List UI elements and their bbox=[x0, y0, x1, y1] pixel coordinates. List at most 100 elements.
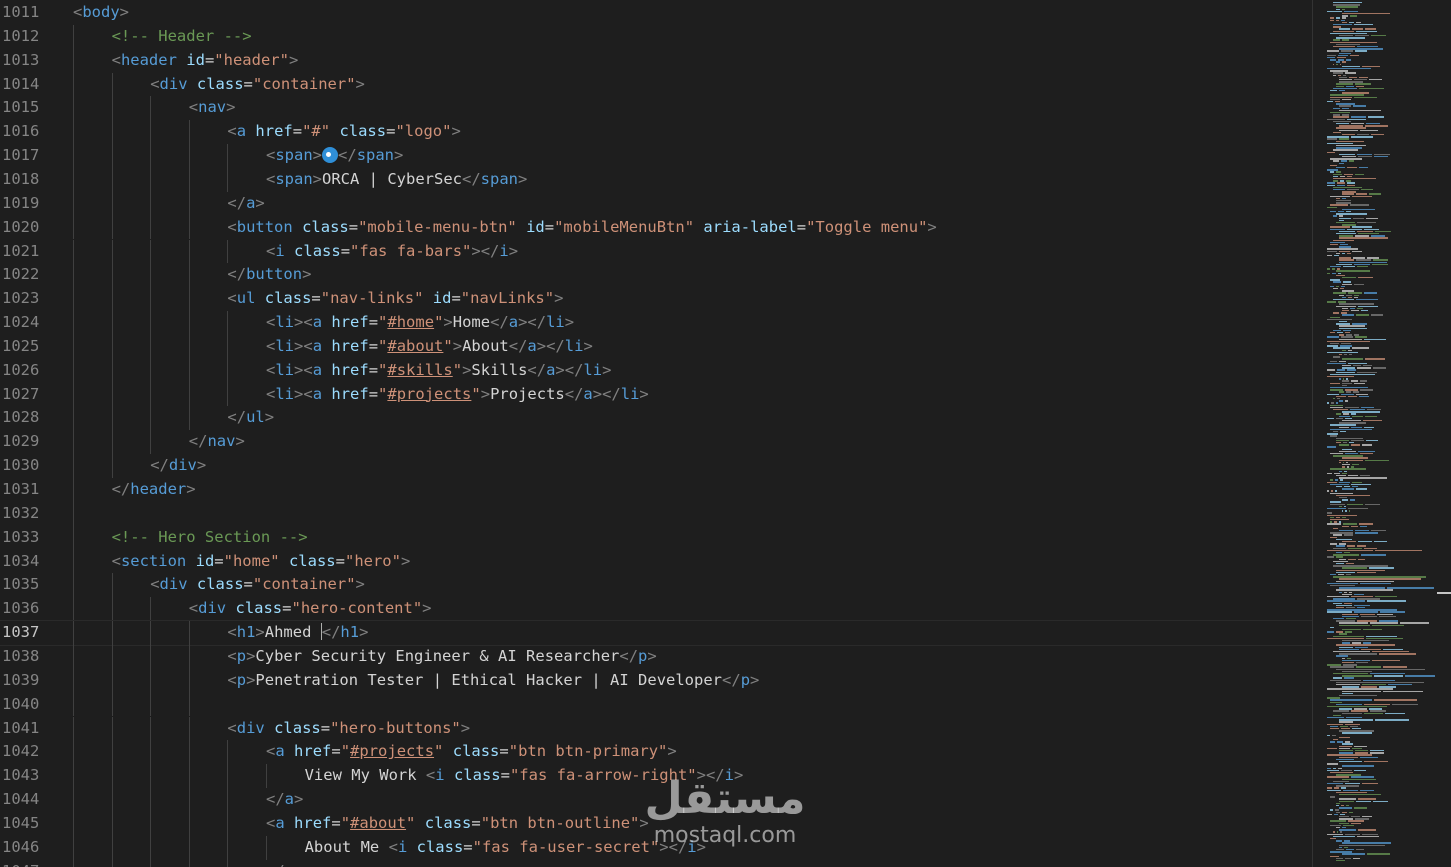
minimap-line bbox=[1327, 138, 1337, 140]
code-line[interactable]: 1021 <i class="fas fa-bars"></i> bbox=[0, 239, 1312, 264]
code-line[interactable]: 1022 </button> bbox=[0, 263, 1312, 288]
code-line[interactable]: 1019 </a> bbox=[0, 191, 1312, 216]
line-number: 1040 bbox=[2, 694, 40, 713]
code-text[interactable]: <span>ORCA | CyberSec</span> bbox=[266, 168, 527, 192]
minimap-line bbox=[1337, 398, 1340, 400]
code-text[interactable]: <!-- Header --> bbox=[112, 25, 252, 49]
code-line[interactable]: 1031 </header> bbox=[0, 478, 1312, 502]
code-text[interactable]: </header> bbox=[112, 478, 196, 502]
code-line[interactable]: 1025 <li><a href="#about">About</a></li> bbox=[0, 334, 1312, 359]
code-text[interactable]: </a> bbox=[266, 788, 303, 812]
code-line[interactable]: 1041 <div class="hero-buttons"> bbox=[0, 716, 1312, 741]
code-text[interactable]: <!-- Hero Section --> bbox=[112, 526, 308, 550]
indent-guide bbox=[150, 287, 152, 312]
code-text[interactable]: <div class="hero-buttons"> bbox=[227, 717, 470, 741]
code-line[interactable]: 1014 <div class="container"> bbox=[0, 72, 1312, 97]
minimap-line bbox=[1333, 677, 1343, 679]
minimap-line bbox=[1330, 468, 1367, 470]
code-text[interactable]: <li><a href="#home">Home</a></li> bbox=[266, 311, 574, 335]
minimap-line bbox=[1357, 450, 1375, 453]
code-text[interactable]: <nav> bbox=[189, 96, 236, 120]
code-token: = bbox=[340, 241, 351, 260]
code-text[interactable]: <div class="container"> bbox=[150, 73, 365, 97]
code-line[interactable]: 1042 <a href="#projects" class="btn btn-p… bbox=[0, 740, 1312, 765]
code-text[interactable]: <li><a href="#about">About</a></li> bbox=[266, 335, 593, 359]
minimap-line bbox=[1359, 76, 1368, 79]
code-line[interactable]: 1023 <ul class="nav-links" id="navLinks"> bbox=[0, 287, 1312, 312]
code-text[interactable]: </a> bbox=[227, 192, 264, 216]
code-line[interactable]: 1034 <section id="home" class="hero"> bbox=[0, 549, 1312, 574]
code-line[interactable]: 1047 </a> bbox=[0, 859, 1312, 867]
minimap-line bbox=[1340, 175, 1346, 178]
code-line[interactable]: 1018 <span>ORCA | CyberSec</span> bbox=[0, 167, 1312, 192]
code-text[interactable]: <a href="#about" class="btn btn-outline"… bbox=[266, 812, 649, 836]
code-line[interactable]: 1032 bbox=[0, 501, 1312, 526]
code-token: = bbox=[500, 766, 510, 785]
code-area[interactable]: 1011 <body> 1012 <!-- Header --> 1013 <header… bbox=[0, 0, 1312, 867]
code-text[interactable]: <section id="home" class="hero"> bbox=[112, 550, 411, 574]
code-line[interactable]: 1037 <h1>Ahmed </h1> bbox=[0, 620, 1312, 646]
code-text[interactable]: <div class="container"> bbox=[150, 573, 365, 597]
indent-guide bbox=[111, 311, 113, 335]
code-line[interactable]: 1039 <p>Penetration Tester | Ethical Hack… bbox=[0, 668, 1312, 693]
code-line[interactable]: 1011 <body> bbox=[0, 1, 1312, 25]
code-editor[interactable]: 1011 <body> 1012 <!-- Header --> 1013 <header… bbox=[0, 0, 1451, 867]
code-text[interactable]: <a href="#projects" class="btn btn-prima… bbox=[266, 740, 677, 764]
code-line[interactable]: 1020 <button class="mobile-menu-btn" id="… bbox=[0, 215, 1312, 240]
code-line[interactable]: 1033 <!-- Hero Section --> bbox=[0, 525, 1312, 550]
code-line[interactable]: 1024 <li><a href="#home">Home</a></li> bbox=[0, 311, 1312, 335]
code-token: </ bbox=[321, 623, 341, 642]
minimap-line bbox=[1372, 367, 1387, 369]
indent-guide bbox=[73, 96, 74, 121]
code-line[interactable]: 1035 <div class="container"> bbox=[0, 573, 1312, 598]
code-text[interactable]: <li><a href="#projects">Projects</a></li… bbox=[266, 383, 649, 407]
minimap-line bbox=[1353, 807, 1367, 809]
code-text[interactable]: </nav> bbox=[189, 430, 245, 454]
code-text[interactable]: <header id="header"> bbox=[112, 49, 299, 73]
line-number: 1031 bbox=[2, 480, 40, 498]
indent-guide bbox=[150, 740, 152, 765]
code-text[interactable]: <p>Penetration Tester | Ethical Hacker |… bbox=[227, 669, 759, 693]
minimap-line bbox=[1366, 123, 1380, 125]
code-text[interactable]: <i class="fas fa-bars"></i> bbox=[266, 240, 518, 264]
code-token: < bbox=[266, 384, 276, 403]
code-line[interactable]: 1012 <!-- Header --> bbox=[0, 24, 1312, 49]
code-line[interactable]: 1026 <li><a href="#skills">Skills</a></li… bbox=[0, 358, 1312, 383]
minimap-line bbox=[1351, 123, 1365, 125]
code-text[interactable]: <a href="#" class="logo"> bbox=[227, 120, 460, 144]
code-line[interactable]: 1038 <p>Cyber Security Engineer & AI Rese… bbox=[0, 644, 1312, 669]
code-text[interactable]: </ul> bbox=[227, 406, 274, 430]
code-line[interactable]: 1028 </ul> bbox=[0, 406, 1312, 431]
code-text[interactable]: </a> bbox=[266, 860, 303, 867]
code-line[interactable]: 1027 <li><a href="#projects">Projects</a>… bbox=[0, 382, 1312, 407]
code-line[interactable]: 1016 <a href="#" class="logo"> bbox=[0, 120, 1312, 145]
code-text[interactable]: </button> bbox=[227, 263, 311, 287]
code-line[interactable]: 1040 bbox=[0, 692, 1312, 717]
code-line[interactable]: 1015 <nav> bbox=[0, 96, 1312, 121]
code-token: " bbox=[340, 742, 351, 761]
minimap-line bbox=[1333, 116, 1349, 118]
code-text[interactable]: <body> bbox=[73, 1, 129, 25]
code-line[interactable]: 1017 <span> </span> bbox=[0, 144, 1312, 168]
code-line[interactable]: 1036 <div class="hero-content"> bbox=[0, 597, 1312, 622]
minimap[interactable] bbox=[1313, 0, 1451, 867]
code-token: > bbox=[196, 456, 207, 475]
code-text[interactable]: <p>Cyber Security Engineer & AI Research… bbox=[227, 645, 656, 669]
code-token: > bbox=[508, 241, 519, 260]
code-line[interactable]: 1030 </div> bbox=[0, 454, 1312, 478]
minimap-line bbox=[1348, 296, 1353, 299]
code-text[interactable]: <div class="hero-content"> bbox=[189, 597, 432, 621]
indent-guide bbox=[111, 597, 113, 622]
minimap-line bbox=[1347, 228, 1363, 230]
code-line[interactable]: 1013 <header id="header"> bbox=[0, 48, 1312, 73]
code-text[interactable]: <span> </span> bbox=[266, 144, 403, 168]
code-text[interactable]: <button class="mobile-menu-btn" id="mobi… bbox=[227, 216, 936, 240]
code-text[interactable]: </div> bbox=[150, 454, 206, 478]
minimap-line bbox=[1339, 745, 1353, 747]
code-token: Cyber Security Engineer & AI Researcher bbox=[255, 646, 620, 665]
code-text[interactable]: <ul class="nav-links" id="navLinks"> bbox=[227, 287, 563, 311]
minimap-line bbox=[1357, 541, 1372, 543]
code-text[interactable]: <h1>Ahmed </h1> bbox=[227, 621, 368, 645]
code-line[interactable]: 1029 </nav> bbox=[0, 430, 1312, 455]
code-text[interactable]: <li><a href="#skills">Skills</a></li> bbox=[266, 359, 611, 383]
